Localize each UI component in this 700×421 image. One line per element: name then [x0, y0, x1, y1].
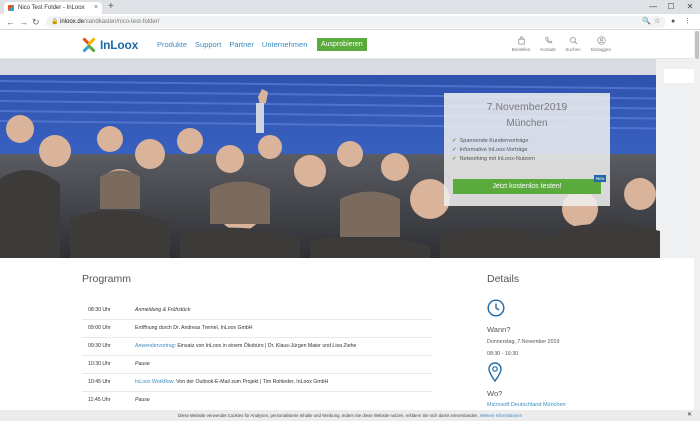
- bullet-item: ✔ Networking mit InLoox-Nutzern: [452, 156, 536, 162]
- back-icon[interactable]: ←: [6, 16, 15, 28]
- table-row: 10:30 Uhr Pause: [82, 356, 432, 374]
- ausprobieren-button[interactable]: Ausprobieren: [317, 38, 367, 51]
- table-row: 08:30 Uhr Anmeldung & Frühstück: [82, 302, 432, 320]
- site-header: InLoox Produkte Support Partner Unterneh…: [0, 31, 700, 59]
- favicon-icon: [8, 5, 14, 11]
- event-city: München: [506, 118, 548, 129]
- suchen-action[interactable]: Suchen: [558, 36, 588, 52]
- anwendervortrag-link[interactable]: Anwendervortrag: [135, 343, 175, 349]
- tab-title: Nico Test Folder - InLoox: [18, 5, 85, 11]
- check-icon: ✔: [452, 156, 457, 162]
- cookie-more-link[interactable]: Weitere Informationen: [480, 413, 522, 418]
- cookie-text: Diese Website verwendet Cookies für Anal…: [177, 413, 479, 418]
- cookie-close-icon[interactable]: ✕: [687, 410, 692, 421]
- row-desc: Pause: [135, 397, 150, 403]
- scrollbar-thumb[interactable]: [695, 31, 699, 59]
- row-time: 10:30 Uhr: [88, 361, 111, 367]
- zoom-icon[interactable]: 🔍: [642, 16, 651, 28]
- einloggen-action[interactable]: Einloggen: [586, 36, 616, 52]
- check-icon: ✔: [452, 138, 457, 144]
- where-label: Wo?: [487, 389, 503, 398]
- row-desc: InLoox Workflow: Von der Outlook-E-Mail …: [135, 379, 329, 385]
- tab-close-icon[interactable]: ×: [94, 2, 98, 14]
- minimize-button[interactable]: —: [644, 0, 662, 13]
- row-time: 11:45 Uhr: [88, 397, 111, 403]
- table-row: 09:00 Uhr Eröffnung durch Dr. Andreas Tr…: [82, 320, 432, 338]
- forward-icon[interactable]: →: [19, 16, 28, 28]
- event-date: 7.November2019: [486, 101, 568, 113]
- event-card: 7.November2019 München ✔ Spannende Kunden…: [444, 93, 610, 206]
- row-time: 10:45 Uhr: [88, 379, 111, 385]
- program-title: Programm: [82, 273, 132, 285]
- location-pin-icon: [488, 362, 502, 382]
- nav-unternehmen[interactable]: Unternehmen: [262, 40, 307, 49]
- url-path: /sandkasten/nico-test-folder/: [84, 19, 160, 25]
- logo-mark-icon: [82, 37, 98, 53]
- suchen-label: Suchen: [565, 47, 581, 52]
- reload-icon[interactable]: ↻: [32, 16, 40, 28]
- row-desc: Anwendervortrag: Einsatz von InLoox in e…: [135, 343, 357, 349]
- bestellen-action[interactable]: Bestellen: [506, 36, 536, 52]
- row-desc: Eröffnung durch Dr. Andreas Tremel, InLo…: [135, 325, 253, 331]
- row-time: 09:00 Uhr: [88, 325, 111, 331]
- inloox-logo[interactable]: InLoox: [82, 35, 138, 55]
- details-title: Details: [487, 273, 520, 285]
- row-desc: Anmeldung & Frühstück: [135, 307, 191, 313]
- nav-produkte[interactable]: Produkte: [157, 40, 187, 49]
- main-nav: Produkte Support Partner Unternehmen: [157, 40, 307, 49]
- when-label: Wann?: [487, 325, 511, 334]
- profile-icon[interactable]: ●: [671, 16, 675, 28]
- kontakt-label: Kontakt: [540, 47, 556, 52]
- row-desc: Pause: [135, 361, 150, 367]
- user-icon: [596, 36, 606, 45]
- bestellen-label: Bestellen: [511, 47, 531, 52]
- browser-tabbar: Nico Test Folder - InLoox × + — ☐ ✕: [0, 0, 700, 14]
- when-time: 08:30 - 16:30: [487, 351, 519, 357]
- table-row: 10:45 Uhr InLoox Workflow: Von der Outlo…: [82, 374, 432, 392]
- when-date: Donnerstag, 7.November 2019: [487, 339, 560, 345]
- new-tab-button[interactable]: +: [108, 1, 114, 13]
- bag-icon: [517, 36, 525, 45]
- page-scrollbar[interactable]: [694, 31, 700, 421]
- table-row: 11:45 Uhr Pause: [82, 392, 432, 410]
- row-time: 09:30 Uhr: [88, 343, 111, 349]
- jetzt-testen-button[interactable]: Jetzt kostenlos testen!: [453, 179, 601, 194]
- url-host: inloox.de: [60, 19, 85, 25]
- star-icon[interactable]: ☆: [654, 16, 660, 28]
- nav-partner[interactable]: Partner: [229, 40, 254, 49]
- where-link[interactable]: Microsoft Deutschland München: [487, 402, 566, 408]
- browser-tab[interactable]: Nico Test Folder - InLoox ×: [4, 2, 102, 14]
- maximize-button[interactable]: ☐: [662, 0, 680, 13]
- bullet-item: ✔ Spannende Kundenvorträge: [452, 138, 529, 144]
- logo-text: InLoox: [100, 38, 139, 52]
- close-window-button[interactable]: ✕: [681, 0, 699, 13]
- search-icon: [569, 36, 577, 45]
- workflow-link[interactable]: InLoox Workflow: [135, 379, 173, 385]
- hero-banner: 7.November2019 München ✔ Spannende Kunden…: [0, 59, 700, 258]
- lock-icon: 🔒: [51, 19, 59, 25]
- event-bullets: ✔ Spannende Kundenvorträge ✔ Informative I…: [452, 137, 535, 164]
- row-time: 08:30 Uhr: [88, 307, 111, 313]
- neu-badge: Neu: [594, 175, 607, 182]
- nav-support[interactable]: Support: [195, 40, 221, 49]
- table-row: 09:30 Uhr Anwendervortrag: Einsatz von I…: [82, 338, 432, 356]
- cookie-banner: Diese Website verwendet Cookies für Anal…: [0, 410, 700, 421]
- einloggen-label: Einloggen: [590, 47, 612, 52]
- menu-kebab-icon[interactable]: ⋮: [684, 16, 691, 28]
- clock-icon: [487, 299, 505, 317]
- bullet-item: ✔ Informative InLoox-Vorträge: [452, 147, 528, 153]
- phone-icon: [544, 37, 552, 44]
- address-bar[interactable]: 🔒 inloox.de/sandkasten/nico-test-folder/…: [46, 16, 666, 28]
- check-icon: ✔: [452, 147, 457, 153]
- browser-toolbar: ← → ↻ 🔒 inloox.de/sandkasten/nico-test-f…: [0, 14, 700, 30]
